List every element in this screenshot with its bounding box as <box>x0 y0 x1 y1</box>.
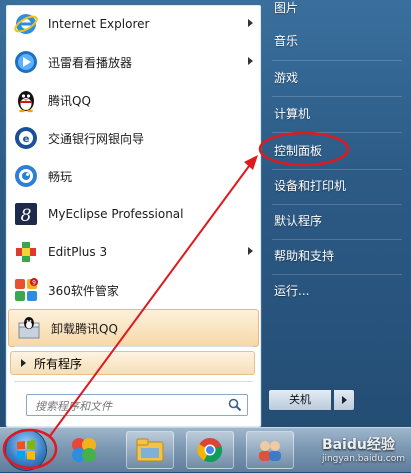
program-label: EditPlus 3 <box>48 245 108 259</box>
bank-wizard-icon: e <box>12 124 40 152</box>
program-uninstall-qq[interactable]: 卸载腾讯QQ <box>8 309 259 347</box>
shutdown-button[interactable]: 关机 <box>268 389 332 411</box>
uninstall-qq-icon <box>15 314 43 342</box>
pinned-programs-list: Internet Explorer 迅雷看看播放器 腾讯QQ e 交通银行网银向… <box>6 5 261 347</box>
divider <box>272 239 402 240</box>
program-changwan[interactable]: 畅玩 <box>6 157 261 195</box>
divider <box>272 132 402 133</box>
contacts-icon <box>259 441 281 461</box>
start-orb[interactable] <box>6 430 46 470</box>
program-label: 畅玩 <box>48 169 73 184</box>
right-item-music[interactable]: 音乐 <box>266 27 406 55</box>
search-box[interactable] <box>26 394 248 416</box>
program-label: 卸载腾讯QQ <box>51 321 118 336</box>
submenu-arrow-icon[interactable] <box>248 19 253 27</box>
search-icon[interactable] <box>228 398 242 415</box>
program-bank-wizard[interactable]: e 交通银行网银向导 <box>6 119 261 157</box>
right-item-default-programs[interactable]: 默认程序 <box>266 207 406 235</box>
submenu-arrow-icon[interactable] <box>248 57 253 65</box>
start-menu: Internet Explorer 迅雷看看播放器 腾讯QQ e 交通银行网银向… <box>0 0 411 428</box>
submenu-arrow-icon[interactable] <box>248 247 253 255</box>
taskbar: Baidu经验 jingyan.baidu.com <box>0 427 411 472</box>
divider <box>14 346 253 347</box>
program-label: MyEclipse Professional <box>48 207 184 221</box>
program-label: 360软件管家 <box>48 283 119 298</box>
program-myeclipse[interactable]: 8 MyEclipse Professional <box>6 195 261 233</box>
places-pane: 图片 音乐 游戏 计算机 控制面板 设备和打印机 默认程序 帮助和支持 运行..… <box>262 0 411 427</box>
divider <box>272 169 402 170</box>
myeclipse-icon: 8 <box>12 200 40 228</box>
watermark-url: jingyan.baidu.com <box>321 454 405 464</box>
divider <box>272 274 402 275</box>
baidu-watermark: Baidu经验 jingyan.baidu.com <box>322 434 405 464</box>
360-manager-icon: 9 <box>12 276 40 304</box>
right-item-devices-printers[interactable]: 设备和打印机 <box>266 172 406 200</box>
program-label: Internet Explorer <box>48 17 150 31</box>
right-item-control-panel[interactable]: 控制面板 <box>266 137 406 165</box>
pinwheel-app-icon <box>72 438 96 462</box>
watermark-text: Baidu经验 <box>321 437 395 453</box>
editplus-icon <box>12 238 40 266</box>
file-explorer-icon <box>136 438 164 462</box>
svg-text:8: 8 <box>21 206 32 226</box>
program-xunlei-player[interactable]: 迅雷看看播放器 <box>6 43 261 81</box>
right-item-pictures[interactable]: 图片 <box>266 0 406 22</box>
divider <box>272 204 402 205</box>
xunlei-player-icon <box>12 48 40 76</box>
program-360-manager[interactable]: 9 360软件管家 <box>6 271 261 309</box>
windows-logo-icon <box>17 440 35 460</box>
all-programs-label: 所有程序 <box>34 356 83 371</box>
divider <box>14 381 253 382</box>
all-programs-button[interactable]: 所有程序 <box>10 351 255 375</box>
expand-arrow-icon <box>21 359 26 367</box>
right-item-computer[interactable]: 计算机 <box>266 100 406 128</box>
svg-text:9: 9 <box>32 280 36 287</box>
divider <box>272 60 402 61</box>
program-qq[interactable]: 腾讯QQ <box>6 81 261 119</box>
qq-penguin-icon <box>12 86 40 114</box>
changwan-icon <box>12 162 40 190</box>
programs-pane: Internet Explorer 迅雷看看播放器 腾讯QQ e 交通银行网银向… <box>5 4 262 428</box>
program-label: 交通银行网银向导 <box>48 131 145 146</box>
divider <box>272 96 402 97</box>
taskbar-file-explorer[interactable] <box>126 431 174 469</box>
svg-text:e: e <box>23 134 30 145</box>
program-editplus[interactable]: EditPlus 3 <box>6 233 261 271</box>
program-internet-explorer[interactable]: Internet Explorer <box>6 5 261 43</box>
right-item-games[interactable]: 游戏 <box>266 64 406 92</box>
right-item-help-support[interactable]: 帮助和支持 <box>266 242 406 270</box>
program-label: 腾讯QQ <box>48 93 91 108</box>
taskbar-pinwheel-app[interactable] <box>60 431 108 469</box>
taskbar-contacts[interactable] <box>246 431 294 469</box>
internet-explorer-icon <box>12 10 40 38</box>
chrome-icon <box>197 438 223 463</box>
shutdown-options-arrow-icon[interactable] <box>333 389 355 411</box>
search-input[interactable] <box>33 396 227 416</box>
program-label: 迅雷看看播放器 <box>48 55 133 70</box>
taskbar-chrome[interactable] <box>186 431 234 469</box>
right-item-run[interactable]: 运行... <box>266 277 406 305</box>
